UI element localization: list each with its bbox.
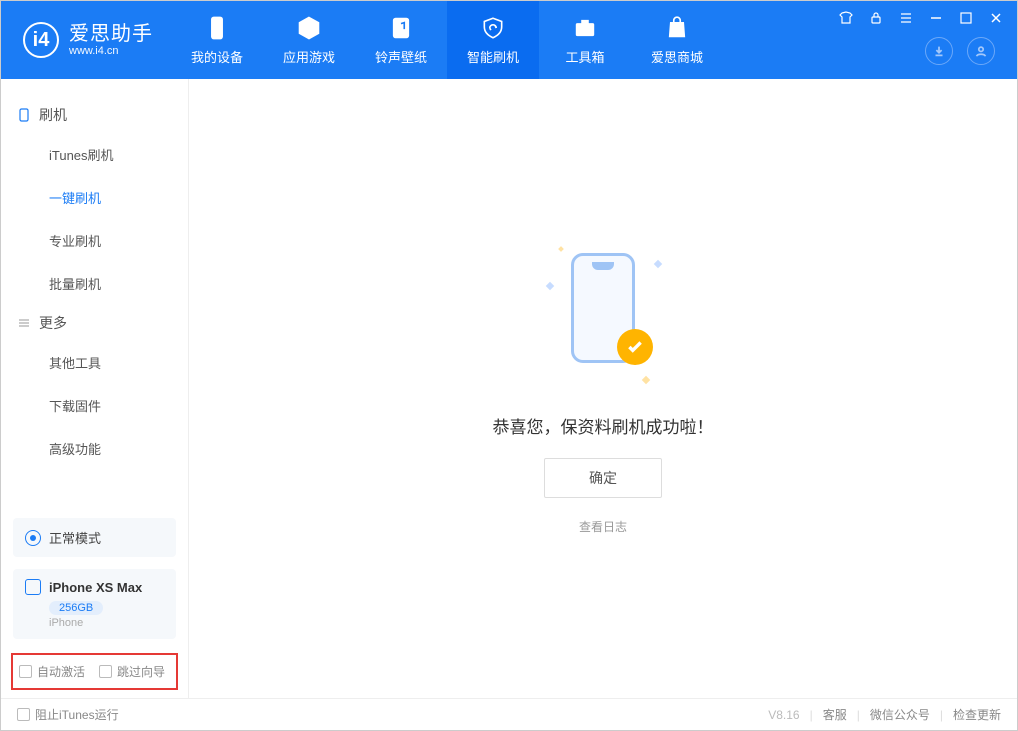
sparkle-icon — [558, 246, 564, 252]
tab-apps[interactable]: 应用游戏 — [263, 1, 355, 79]
window-controls — [838, 10, 1004, 26]
app-url: www.i4.cn — [69, 45, 153, 57]
phone-icon — [204, 15, 230, 41]
close-icon[interactable] — [988, 10, 1004, 26]
tab-label: 智能刷机 — [467, 47, 519, 66]
sidebar-item-advanced[interactable]: 高级功能 — [1, 427, 188, 470]
check-badge-icon — [617, 329, 653, 365]
main-tabs: 我的设备 应用游戏 铃声壁纸 智能刷机 工具箱 爱思商城 — [171, 1, 723, 79]
mode-dot-icon — [25, 530, 41, 546]
sidebar-item-batch-flash[interactable]: 批量刷机 — [1, 262, 188, 305]
sparkle-icon — [654, 259, 662, 267]
sidebar-item-download-firmware[interactable]: 下载固件 — [1, 384, 188, 427]
logo: i4 爱思助手 www.i4.cn — [1, 22, 171, 58]
checkbox-label: 自动激活 — [37, 663, 85, 680]
checkbox-label: 阻止iTunes运行 — [35, 706, 119, 723]
app-title: 爱思助手 — [69, 23, 153, 45]
footer: 阻止iTunes运行 V8.16 | 客服 | 微信公众号 | 检查更新 — [1, 698, 1017, 730]
ok-button[interactable]: 确定 — [544, 458, 662, 498]
body: 刷机 iTunes刷机 一键刷机 专业刷机 批量刷机 更多 其他工具 下载固件 … — [1, 79, 1017, 698]
tab-store[interactable]: 爱思商城 — [631, 1, 723, 79]
tab-label: 铃声壁纸 — [375, 47, 427, 66]
checkbox-block-itunes[interactable]: 阻止iTunes运行 — [17, 706, 119, 723]
sidebar-item-pro-flash[interactable]: 专业刷机 — [1, 219, 188, 262]
device-card[interactable]: iPhone XS Max 256GB iPhone — [13, 569, 176, 639]
tab-toolbox[interactable]: 工具箱 — [539, 1, 631, 79]
sidebar-group-flash: 刷机 — [1, 97, 188, 133]
tab-flash[interactable]: 智能刷机 — [447, 1, 539, 79]
user-icon[interactable] — [967, 37, 995, 65]
refresh-shield-icon — [480, 15, 506, 41]
logo-icon: i4 — [23, 22, 59, 58]
checkbox-auto-activate[interactable]: 自动激活 — [19, 663, 85, 680]
success-illustration — [543, 243, 663, 393]
tab-my-device[interactable]: 我的设备 — [171, 1, 263, 79]
sidebar-group-more: 更多 — [1, 305, 188, 341]
tab-label: 我的设备 — [191, 47, 243, 66]
mode-card[interactable]: 正常模式 — [13, 518, 176, 557]
footer-link-update[interactable]: 检查更新 — [953, 706, 1001, 723]
download-icon[interactable] — [925, 37, 953, 65]
device-type: iPhone — [49, 617, 164, 629]
checkbox-skip-guide[interactable]: 跳过向导 — [99, 663, 165, 680]
version-label: V8.16 — [768, 708, 799, 722]
device-capacity: 256GB — [49, 601, 103, 615]
sparkle-icon — [546, 281, 554, 289]
success-message: 恭喜您，保资料刷机成功啦！ — [493, 413, 714, 438]
main-content: 恭喜您，保资料刷机成功啦！ 确定 查看日志 — [189, 79, 1017, 698]
checkbox-icon — [19, 665, 32, 678]
shirt-icon[interactable] — [838, 10, 854, 26]
highlighted-options: 自动激活 跳过向导 — [11, 653, 178, 690]
toolbox-icon — [572, 15, 598, 41]
footer-link-support[interactable]: 客服 — [823, 706, 847, 723]
sidebar-item-other-tools[interactable]: 其他工具 — [1, 341, 188, 384]
maximize-icon[interactable] — [958, 10, 974, 26]
sidebar-item-oneclick-flash[interactable]: 一键刷机 — [1, 176, 188, 219]
list-icon — [17, 316, 31, 330]
sparkle-icon — [642, 375, 650, 383]
checkbox-label: 跳过向导 — [117, 663, 165, 680]
sidebar-group-label: 刷机 — [39, 105, 67, 125]
footer-right: V8.16 | 客服 | 微信公众号 | 检查更新 — [768, 706, 1001, 723]
device-small-icon — [25, 579, 41, 595]
device-icon — [17, 108, 31, 122]
view-log-link[interactable]: 查看日志 — [579, 518, 627, 535]
tab-label: 工具箱 — [565, 47, 604, 66]
checkbox-icon — [99, 665, 112, 678]
menu-icon[interactable] — [898, 10, 914, 26]
mode-label: 正常模式 — [49, 528, 101, 547]
music-icon — [388, 15, 414, 41]
footer-link-wechat[interactable]: 微信公众号 — [870, 706, 930, 723]
checkbox-icon — [17, 708, 30, 721]
device-name: iPhone XS Max — [49, 580, 142, 595]
lock-icon[interactable] — [868, 10, 884, 26]
minimize-icon[interactable] — [928, 10, 944, 26]
sidebar-item-itunes-flash[interactable]: iTunes刷机 — [1, 133, 188, 176]
sidebar: 刷机 iTunes刷机 一键刷机 专业刷机 批量刷机 更多 其他工具 下载固件 … — [1, 79, 189, 698]
cube-icon — [296, 15, 322, 41]
app-window: i4 爱思助手 www.i4.cn 我的设备 应用游戏 铃声壁纸 智能刷机 — [0, 0, 1018, 731]
tab-ringtones[interactable]: 铃声壁纸 — [355, 1, 447, 79]
sidebar-group-label: 更多 — [39, 313, 67, 333]
bag-icon — [664, 15, 690, 41]
tab-label: 应用游戏 — [283, 47, 335, 66]
tab-label: 爱思商城 — [651, 47, 703, 66]
